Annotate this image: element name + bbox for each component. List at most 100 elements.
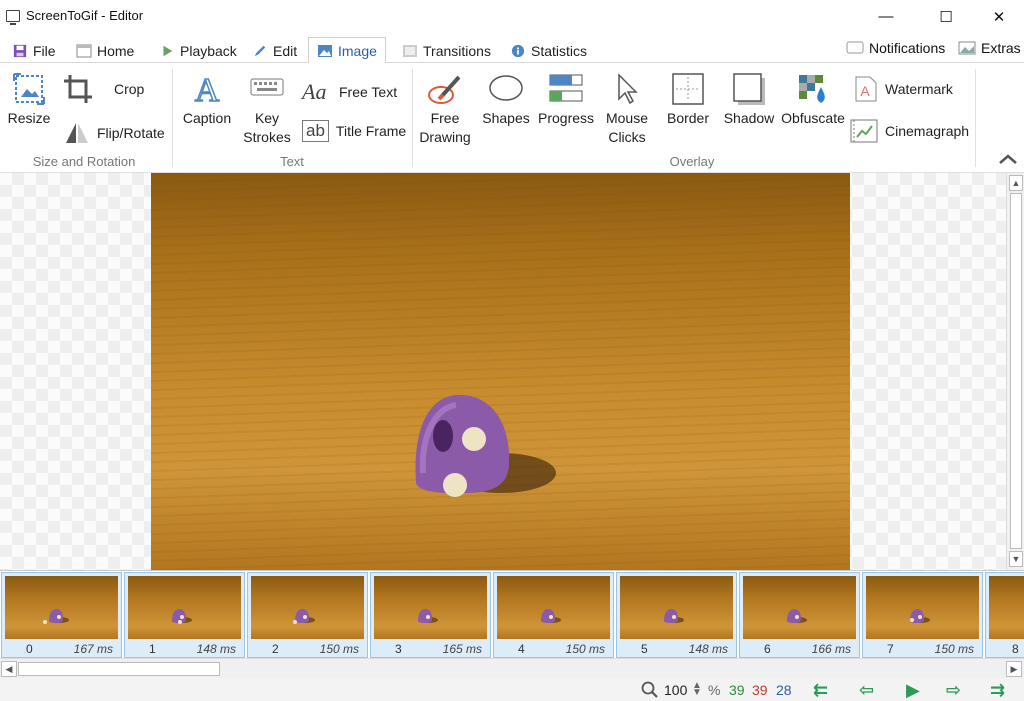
horizontal-scroll-thumb[interactable] (18, 662, 220, 676)
frame-duration: 167 ms (73, 642, 113, 656)
key-strokes-button[interactable]: Key Strokes (240, 71, 294, 147)
frame-duration: 150 ms (565, 642, 605, 656)
flip-rotate-button[interactable]: Flip/Rotate (64, 121, 165, 145)
border-button[interactable]: Border (662, 71, 714, 128)
keyboard-icon (250, 78, 284, 96)
resize-button[interactable]: Resize (6, 71, 52, 128)
mouse-clicks-label-1: Mouse (605, 110, 649, 126)
frame-thumbnail (251, 576, 364, 639)
caption-button[interactable]: A Caption (180, 71, 234, 128)
window-title: ScreenToGif - Editor (26, 8, 144, 23)
tab-image-label: Image (338, 42, 377, 59)
notifications-button[interactable]: Notifications (846, 40, 945, 56)
vertical-scroll-thumb[interactable] (1010, 193, 1022, 549)
notification-icon (846, 41, 864, 54)
key-strokes-label-1: Key (254, 110, 280, 126)
crop-icon-button[interactable] (60, 71, 96, 109)
transitions-icon (403, 44, 417, 57)
previous-frame-icon[interactable]: ⇦ (859, 680, 874, 701)
tab-image[interactable]: Image (308, 37, 386, 64)
tab-home[interactable]: Home (68, 37, 142, 64)
frame-thumbnail (743, 576, 856, 639)
watermark-button[interactable]: A Watermark (852, 75, 953, 103)
tab-file[interactable]: File (4, 37, 64, 64)
scroll-left-icon[interactable]: ◀ (1, 661, 17, 677)
free-text-button[interactable]: Aa Free Text (302, 79, 397, 105)
shadow-button[interactable]: Shadow (722, 71, 776, 128)
frame-thumbnail (5, 576, 118, 639)
play-icon (163, 45, 173, 56)
frame-strip: 0 167 ms 1 148 ms 2 150 ms 3 165 ms 4 15… (0, 570, 1024, 658)
scroll-up-icon[interactable]: ▲ (1009, 175, 1023, 191)
image-icon (318, 44, 332, 57)
editor-canvas[interactable] (0, 173, 1006, 570)
selected-count: 39 (752, 682, 768, 698)
brush-icon (428, 75, 461, 104)
crop-button[interactable]: Crop (114, 81, 144, 97)
cinemagraph-button[interactable]: Cinemagraph (850, 117, 969, 145)
last-frame-icon[interactable]: ⇉ (990, 680, 1005, 701)
free-drawing-label-1: Free (430, 110, 460, 126)
shapes-label: Shapes (482, 110, 530, 126)
free-text-icon: Aa (302, 79, 327, 104)
group-separator (412, 69, 413, 167)
frame-item[interactable]: 3 165 ms (370, 572, 491, 658)
frame-thumbnail (497, 576, 610, 639)
frame-duration: 150 ms (319, 642, 359, 656)
frame-item[interactable]: 2 150 ms (247, 572, 368, 658)
collapse-ribbon-icon[interactable] (998, 153, 1018, 165)
play-icon[interactable]: ▶ (906, 680, 920, 701)
first-frame-icon[interactable]: ⇇ (813, 680, 828, 701)
extras-icon (958, 41, 976, 55)
frame-index: 6 (764, 642, 771, 656)
free-drawing-button[interactable]: Free Drawing (418, 71, 472, 147)
frame-item[interactable]: 5 148 ms (616, 572, 737, 658)
obfuscate-icon (799, 75, 825, 103)
extras-button[interactable]: Extras (958, 40, 1021, 56)
zoom-value[interactable]: 100 (664, 682, 687, 698)
obfuscate-button[interactable]: Obfuscate (780, 71, 846, 128)
mouse-clicks-label-2: Clicks (608, 129, 646, 145)
frame-index: 1 (149, 642, 156, 656)
current-frame-image (151, 173, 850, 570)
title-frame-label: Title Frame (335, 123, 407, 139)
title-bar: ScreenToGif - Editor — ☐ ✕ (0, 0, 1024, 33)
title-frame-button[interactable]: ab Title Frame (302, 120, 406, 142)
frame-item[interactable]: 6 166 ms (739, 572, 860, 658)
frame-thumbnail (374, 576, 487, 639)
progress-icon (549, 74, 583, 102)
zoom-stepper-icon[interactable]: ▲ ▼ (692, 681, 702, 698)
frame-item[interactable]: 8 (985, 572, 1024, 658)
frame-index: 8 (1012, 642, 1019, 656)
flip-rotate-label: Flip/Rotate (97, 125, 165, 141)
mouse-clicks-button[interactable]: Mouse Clicks (602, 71, 652, 147)
scroll-down-icon[interactable]: ▼ (1009, 551, 1023, 567)
shapes-button[interactable]: Shapes (480, 71, 532, 128)
maximize-button[interactable]: ☐ (923, 0, 969, 33)
frame-duration: 150 ms (934, 642, 974, 656)
tab-file-label: File (33, 42, 56, 59)
tab-transitions[interactable]: Transitions (394, 37, 499, 64)
horizontal-scrollbar[interactable]: ◀ ▶ (0, 658, 1024, 678)
tab-playback[interactable]: Playback (151, 37, 245, 64)
save-icon (13, 44, 27, 57)
caption-label: Caption (182, 110, 232, 126)
key-strokes-label-2: Strokes (243, 129, 291, 145)
scroll-right-icon[interactable]: ▶ (1006, 661, 1022, 677)
tab-statistics-label: Statistics (531, 42, 588, 59)
tab-edit[interactable]: Edit (244, 37, 305, 64)
free-drawing-label-2: Drawing (419, 129, 471, 145)
current-frame: 28 (776, 682, 792, 698)
border-icon (672, 73, 704, 105)
progress-button[interactable]: Progress (538, 71, 594, 128)
minimize-button[interactable]: — (863, 0, 909, 33)
frame-item[interactable]: 4 150 ms (493, 572, 614, 658)
next-frame-icon[interactable]: ⇨ (946, 680, 961, 701)
vertical-scrollbar[interactable]: ▲ ▼ (1006, 173, 1024, 570)
ribbon-tabs: File Home Playback Edit Image Transition… (0, 33, 1024, 64)
frame-item[interactable]: 0 167 ms (1, 572, 122, 658)
frame-item[interactable]: 1 148 ms (124, 572, 245, 658)
close-button[interactable]: ✕ (976, 0, 1022, 33)
frame-item[interactable]: 7 150 ms (862, 572, 983, 658)
tab-statistics[interactable]: Statistics (502, 37, 595, 64)
